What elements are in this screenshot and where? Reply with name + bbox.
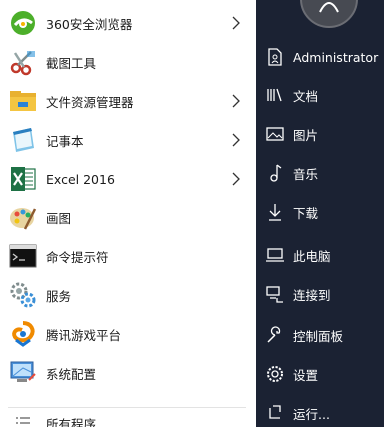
right-item-label: 控制面板 (293, 328, 344, 344)
music-icon (266, 164, 284, 182)
user-document-icon (266, 48, 284, 66)
program-label: 记事本 (46, 133, 84, 149)
control-panel-icon (266, 326, 284, 344)
all-programs-icon (8, 413, 38, 427)
program-label: 系统配置 (46, 366, 97, 382)
user-account-item[interactable]: Administrator (256, 38, 384, 76)
connect-to-icon (266, 285, 284, 303)
chevron-right-icon[interactable] (228, 93, 244, 109)
program-label: Excel 2016 (46, 171, 115, 187)
program-tencent-game[interactable]: 腾讯游戏平台 (0, 315, 256, 353)
program-notepad[interactable]: 记事本 (0, 121, 256, 159)
right-item-label: 连接到 (293, 287, 331, 303)
chevron-right-icon[interactable] (228, 15, 244, 31)
pictures-icon (266, 125, 284, 143)
program-label: 文件资源管理器 (46, 94, 134, 110)
excel-icon (8, 164, 38, 194)
program-label: 命令提示符 (46, 249, 109, 265)
paint-icon (8, 202, 38, 232)
program-excel[interactable]: Excel 2016 (0, 160, 256, 198)
program-services[interactable]: 服务 (0, 276, 256, 314)
user-name: Administrator (293, 49, 379, 65)
command-prompt-icon (8, 241, 38, 271)
program-label: 截图工具 (46, 55, 97, 71)
notepad-icon (8, 125, 38, 155)
system-config-icon (8, 358, 38, 388)
computer-icon (266, 246, 284, 264)
right-item-label: 此电脑 (293, 248, 331, 264)
program-list: 360安全浏览器 截图工具 文件资源管理器 记事本 Excel 2016 画图 … (0, 0, 256, 427)
downloads-icon (266, 203, 284, 221)
right-item-computer[interactable]: 此电脑 (256, 236, 384, 274)
program-snipping-tool[interactable]: 截图工具 (0, 43, 256, 81)
right-item-label: 设置 (293, 367, 319, 383)
program-label: 腾讯游戏平台 (46, 327, 122, 343)
program-file-explorer[interactable]: 文件资源管理器 (0, 82, 256, 120)
tencent-game-icon (8, 319, 38, 349)
program-command-prompt[interactable]: 命令提示符 (0, 237, 256, 275)
settings-icon (266, 365, 284, 383)
program-label: 360安全浏览器 (46, 16, 133, 32)
right-item-label: 文档 (293, 88, 319, 104)
right-item-connect-to[interactable]: 连接到 (256, 275, 384, 313)
avatar[interactable] (300, 0, 358, 28)
right-item-label: 下载 (293, 205, 319, 221)
right-item-pictures[interactable]: 图片 (256, 115, 384, 153)
all-programs-label: 所有程序 (46, 416, 97, 427)
program-system-config[interactable]: 系统配置 (0, 354, 256, 392)
right-item-label: 运行... (293, 406, 330, 422)
program-label: 服务 (46, 288, 72, 304)
program-paint[interactable]: 画图 (0, 198, 256, 236)
snipping-tool-icon (8, 47, 38, 77)
start-menu: 360安全浏览器 截图工具 文件资源管理器 记事本 Excel 2016 画图 … (0, 0, 384, 427)
all-programs-button[interactable]: 所有程序 (0, 408, 256, 427)
right-item-label: 图片 (293, 127, 319, 143)
chevron-right-icon[interactable] (228, 171, 244, 187)
right-item-run[interactable]: 运行... (256, 394, 384, 427)
right-item-control-panel[interactable]: 控制面板 (256, 316, 384, 354)
run-icon (266, 404, 284, 422)
file-explorer-icon (8, 86, 38, 116)
chevron-right-icon[interactable] (228, 132, 244, 148)
360-browser-icon (8, 8, 38, 38)
program-label: 画图 (46, 210, 72, 226)
right-item-label: 音乐 (293, 166, 319, 182)
program-360-browser[interactable]: 360安全浏览器 (0, 4, 256, 42)
right-item-settings[interactable]: 设置 (256, 355, 384, 393)
right-panel: Administrator 文档 图片 音乐 下载 此电脑 连接到 控制面板 设… (256, 0, 384, 427)
right-item-documents[interactable]: 文档 (256, 76, 384, 114)
right-item-music[interactable]: 音乐 (256, 154, 384, 192)
right-item-downloads[interactable]: 下载 (256, 193, 384, 231)
services-icon (8, 280, 38, 310)
documents-icon (266, 86, 284, 104)
